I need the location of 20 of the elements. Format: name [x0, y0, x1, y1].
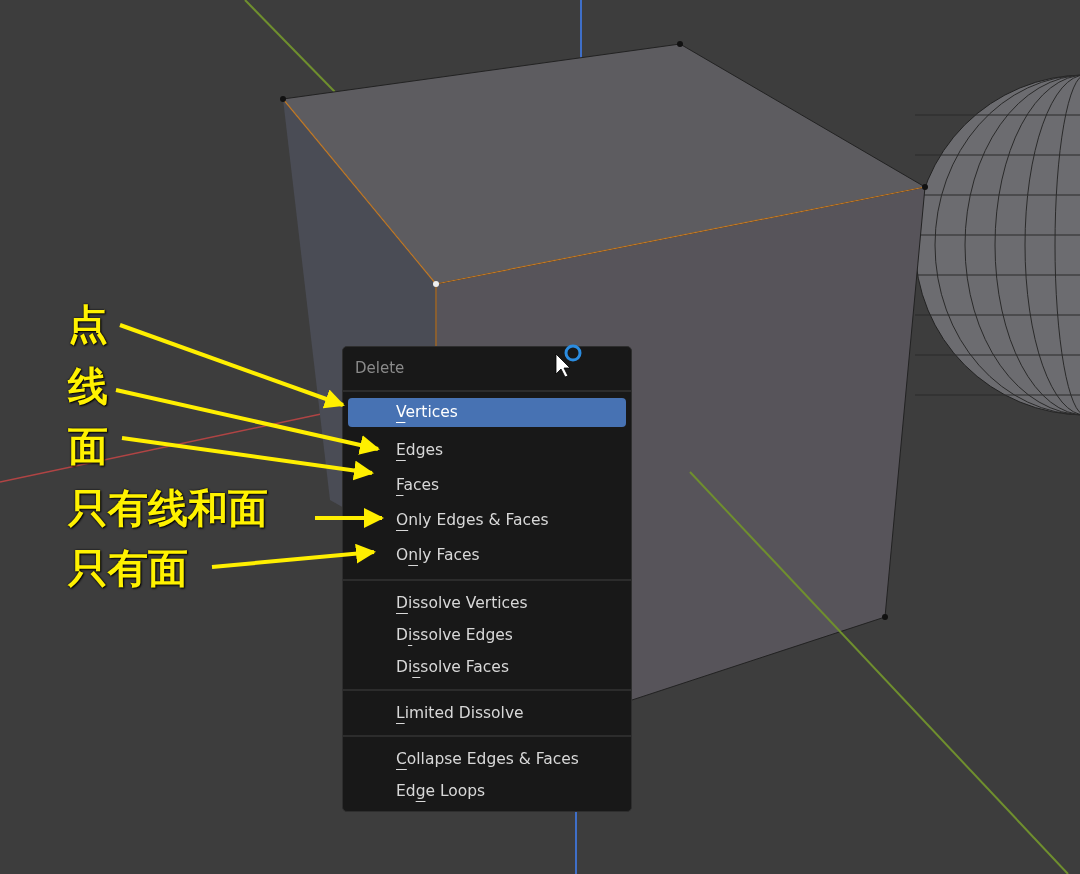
menu-item[interactable]: Faces — [348, 468, 626, 503]
annotation-label: 面 — [68, 422, 108, 470]
menu-item[interactable]: Only Edges & Faces — [348, 503, 626, 538]
annotation-arrow — [315, 508, 384, 528]
menu-item[interactable]: Dissolve Vertices — [348, 587, 626, 619]
menu-item[interactable]: Collapse Edges & Faces — [348, 743, 626, 775]
menu-item[interactable]: Dissolve Edges — [348, 619, 626, 651]
annotation-label: 只有线和面 — [68, 484, 268, 532]
cursor-icon — [555, 353, 571, 378]
menu-item[interactable]: Edges — [348, 433, 626, 468]
pivot-circle-icon — [564, 344, 582, 362]
axis-line — [575, 811, 577, 874]
menu-item[interactable]: Edge Loops — [348, 775, 626, 807]
menu-item[interactable]: Limited Dissolve — [348, 697, 626, 729]
annotation-label: 线 — [68, 362, 108, 410]
annotation-label: 只有面 — [68, 544, 188, 592]
menu-item[interactable]: Dissolve Faces — [348, 651, 626, 683]
annotation-label: 点 — [68, 300, 108, 348]
menu-item[interactable]: Only Faces — [348, 538, 626, 573]
menu-item[interactable]: Vertices — [348, 398, 626, 427]
